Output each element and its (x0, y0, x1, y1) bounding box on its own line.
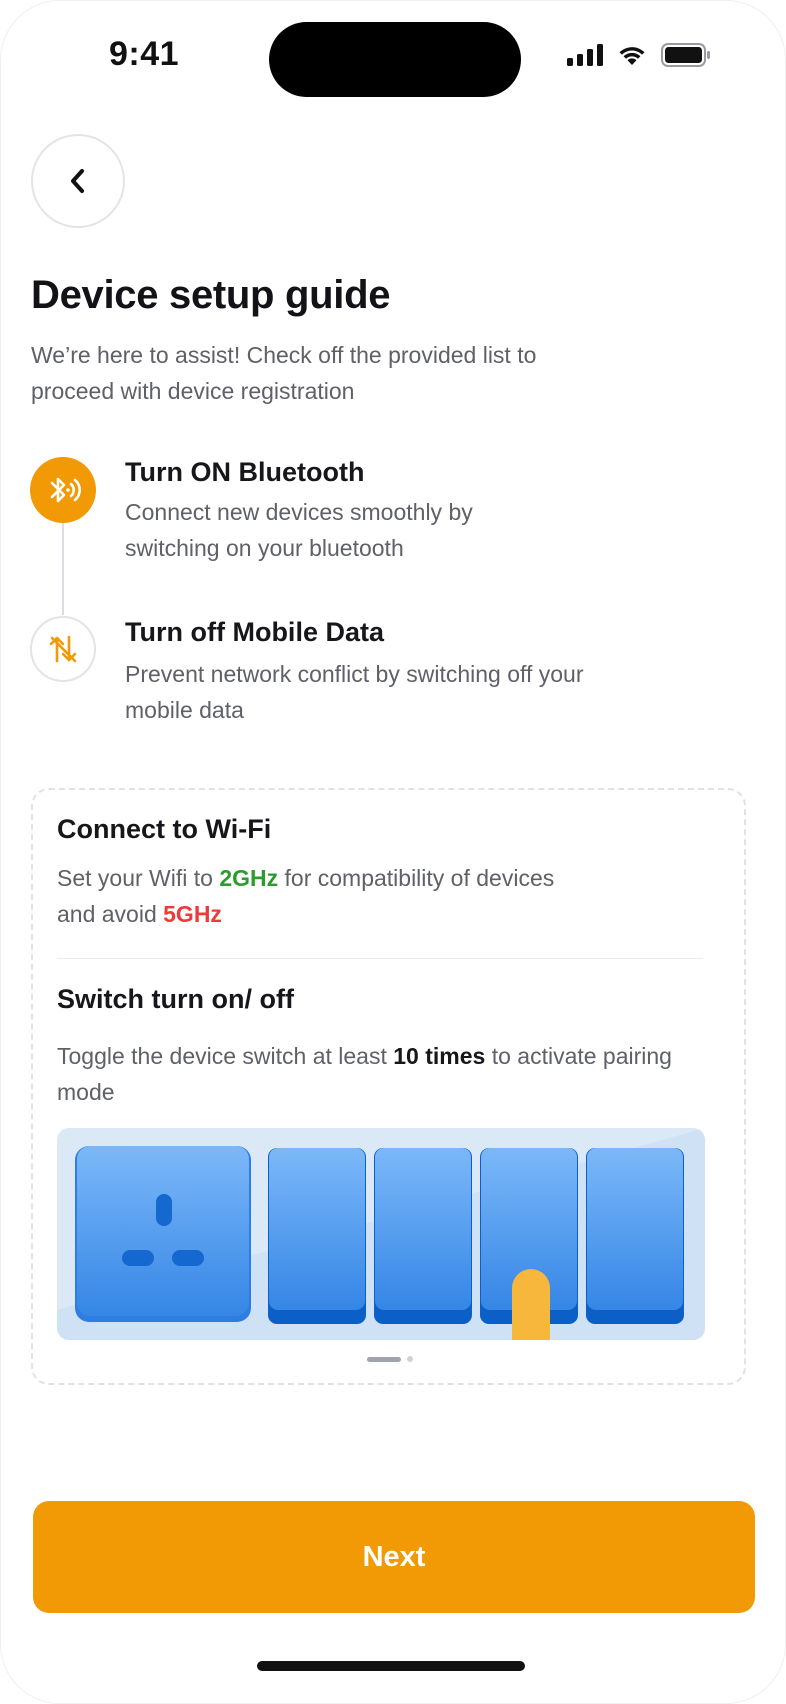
chevron-left-icon (71, 169, 84, 193)
switch-illustration (57, 1128, 705, 1340)
home-indicator (257, 1661, 525, 1671)
card-divider (57, 958, 703, 959)
wifi-text: Set your Wifi to 2GHz for compatibility … (57, 860, 557, 932)
next-button[interactable]: Next (33, 1501, 755, 1613)
wifi-title: Connect to Wi-Fi (57, 814, 272, 844)
step-bluetooth-indicator (30, 457, 96, 523)
switch-panel-illustration (57, 1128, 705, 1340)
step-mobile-data-indicator (30, 616, 96, 682)
switch-text: Toggle the device switch at least 10 tim… (57, 1038, 697, 1110)
status-time: 9:41 (109, 35, 180, 73)
wifi-icon (619, 47, 645, 65)
dynamic-island (269, 22, 521, 97)
switch-text-pre: Toggle the device switch at least (57, 1043, 394, 1069)
wifi-bad-band: 5GHz (163, 901, 222, 927)
wifi-text-pre: Set your Wifi to (57, 865, 220, 891)
battery-icon (661, 43, 710, 67)
finger-icon (512, 1269, 550, 1340)
step-bluetooth-desc: Connect new devices smoothly by switchin… (125, 499, 473, 561)
mobile-data-off-icon (49, 635, 77, 663)
page-title: Device setup guide (31, 273, 391, 317)
wifi-good-band: 2GHz (219, 865, 279, 891)
page-subtitle: We’re here to assist! Check off the prov… (31, 342, 537, 404)
switch-count: 10 times (393, 1043, 486, 1069)
socket-icon (75, 1146, 251, 1322)
carousel-dot (407, 1356, 413, 1362)
carousel-indicator (367, 1356, 413, 1362)
step-connector (62, 522, 64, 615)
switch-title: Switch turn on/ off (57, 984, 294, 1014)
back-button[interactable] (31, 134, 125, 228)
cellular-signal-icon (567, 44, 603, 66)
step-mobile-data-title: Turn off Mobile Data (125, 617, 384, 647)
instructions-card: Connect to Wi-Fi Set your Wifi to 2GHz f… (31, 788, 746, 1385)
status-icons (567, 43, 711, 67)
carousel-dot-active (367, 1356, 401, 1362)
step-mobile-data-desc: Prevent network conflict by switching of… (125, 661, 584, 723)
step-bluetooth-title: Turn ON Bluetooth (125, 457, 365, 487)
phone-screen: 9:41 Device setup guide We’re here to as… (0, 0, 786, 1704)
bluetooth-icon (50, 477, 81, 503)
